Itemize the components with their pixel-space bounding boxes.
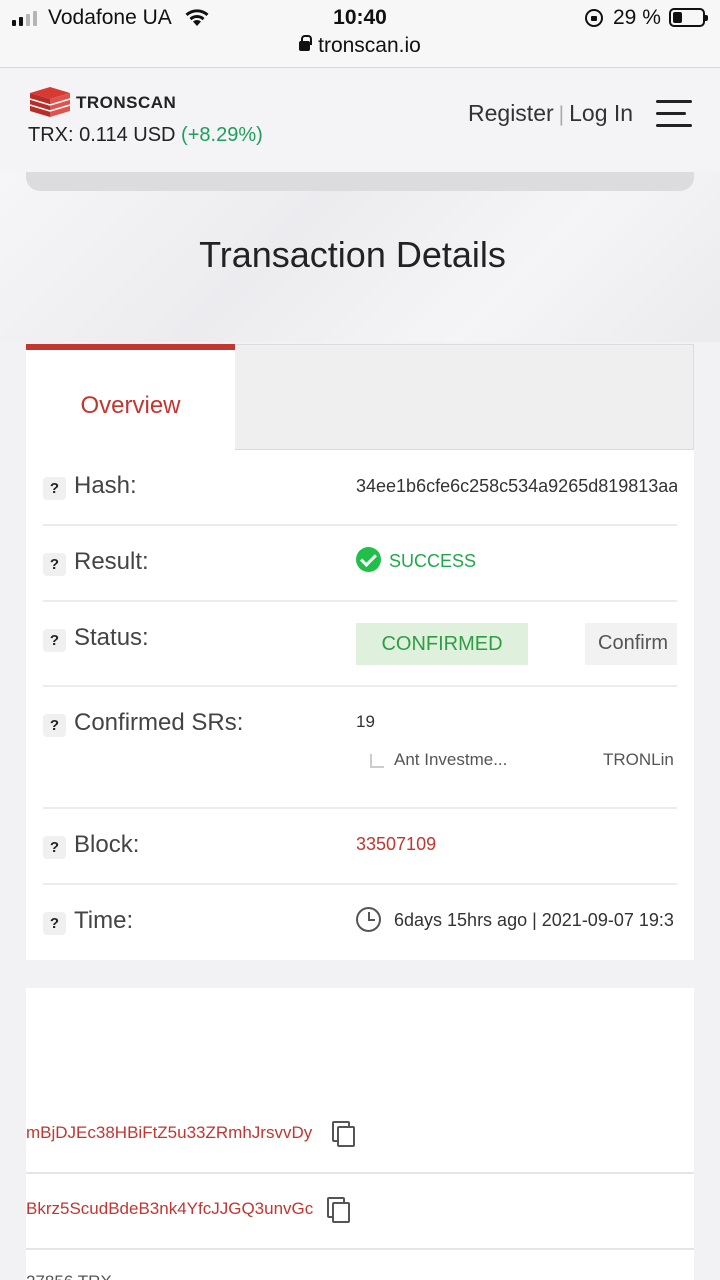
divider — [26, 1248, 694, 1250]
hash-row: ? Hash: 34ee1b6cfe6c258c534a9265d819813a… — [43, 450, 677, 526]
site-header: TRONSCAN TRX: 0.114 USD (+8.29%) Registe… — [0, 69, 720, 172]
page-hero: Transaction Details — [0, 172, 720, 342]
help-icon[interactable]: ? — [43, 714, 66, 737]
hamburger-menu-icon[interactable] — [656, 100, 692, 128]
price-change: (+8.29%) — [181, 124, 263, 146]
url-text: tronscan.io — [318, 34, 421, 57]
price-value: 0.114 USD — [79, 124, 176, 146]
search-bar-edge — [26, 172, 694, 191]
hash-label: Hash: — [74, 472, 137, 499]
tronscan-logo-icon[interactable] — [28, 85, 72, 119]
address-bar[interactable]: tronscan.io — [0, 34, 720, 58]
copy-icon[interactable] — [332, 1121, 355, 1147]
sr-item[interactable]: Ant Investme... — [394, 750, 507, 770]
login-link[interactable]: Log In — [569, 100, 633, 126]
copy-icon[interactable] — [327, 1197, 350, 1223]
time-label: Time: — [74, 907, 134, 934]
time-value: 6days 15hrs ago | 2021-09-07 19:3 — [394, 910, 674, 930]
hash-value[interactable]: 34ee1b6cfe6c258c534a9265d819813aa — [356, 476, 677, 497]
success-check-icon — [356, 547, 381, 572]
sr-item[interactable]: TRONLin — [603, 750, 677, 770]
amount-value: 27856 TRX — [26, 1272, 112, 1280]
auth-separator: | — [558, 103, 565, 126]
clock-icon — [356, 907, 381, 932]
result-value: SUCCESS — [389, 551, 477, 571]
status-row: ? Status: CONFIRMED Confirm — [43, 602, 677, 687]
transaction-details-card: Overview ? Hash: 34ee1b6cfe6c258c534a926… — [26, 344, 694, 960]
confirmed-srs-label: Confirmed SRs: — [74, 709, 244, 736]
status-next-label: Confirm — [598, 632, 669, 654]
time-row: ? Time: 6days 15hrs ago | 2021-09-07 19:… — [43, 885, 677, 960]
status-next-step: Confirm — [563, 623, 677, 665]
from-address-link[interactable]: mBjDJEc38HBiFtZ5u33ZRmhJrsvvDy — [26, 1123, 312, 1143]
battery-percentage: 29 % — [613, 6, 661, 29]
divider — [26, 1172, 694, 1174]
help-icon[interactable]: ? — [43, 629, 66, 652]
status-badge: CONFIRMED — [356, 623, 528, 665]
price-label: TRX: — [28, 124, 74, 146]
lock-icon — [299, 35, 313, 51]
tab-overview[interactable]: Overview — [26, 344, 235, 450]
transfer-card: mBjDJEc38HBiFtZ5u33ZRmhJrsvvDy Bkrz5Scud… — [26, 988, 694, 1280]
help-icon[interactable]: ? — [43, 553, 66, 576]
to-address-link[interactable]: Bkrz5ScudBdeB3nk4YfcJJGQ3unvGc — [26, 1199, 313, 1219]
block-link[interactable]: 33507109 — [356, 834, 436, 855]
confirmed-srs-row: ? Confirmed SRs: 19 Ant Investme... TRON… — [43, 687, 677, 809]
trx-price: TRX: 0.114 USD (+8.29%) — [28, 124, 263, 147]
orientation-lock-icon — [585, 9, 603, 27]
register-link[interactable]: Register — [468, 100, 554, 126]
logo-text[interactable]: TRONSCAN — [76, 93, 176, 113]
help-icon[interactable]: ? — [43, 912, 66, 935]
tab-overview-label: Overview — [80, 392, 181, 419]
tab-bar-empty — [235, 344, 694, 450]
block-row: ? Block: 33507109 — [43, 809, 677, 885]
confirmed-srs-count: 19 — [356, 712, 375, 731]
tree-branch-icon — [370, 754, 384, 768]
help-icon[interactable]: ? — [43, 836, 66, 859]
from-address-row: mBjDJEc38HBiFtZ5u33ZRmhJrsvvDy — [26, 1118, 694, 1158]
result-row: ? Result: SUCCESS — [43, 526, 677, 602]
block-label: Block: — [74, 831, 140, 858]
clock-time: 10:40 — [333, 6, 387, 29]
page-title: Transaction Details — [199, 234, 506, 275]
help-icon[interactable]: ? — [43, 477, 66, 500]
status-label: Status: — [74, 624, 149, 651]
to-address-row: Bkrz5ScudBdeB3nk4YfcJJGQ3unvGc — [26, 1194, 694, 1234]
result-label: Result: — [74, 548, 149, 575]
status-bar: Vodafone UA 10:40 tronscan.io 29 % — [0, 0, 720, 68]
battery-icon — [669, 8, 708, 27]
auth-links: Register | Log In — [468, 100, 633, 127]
